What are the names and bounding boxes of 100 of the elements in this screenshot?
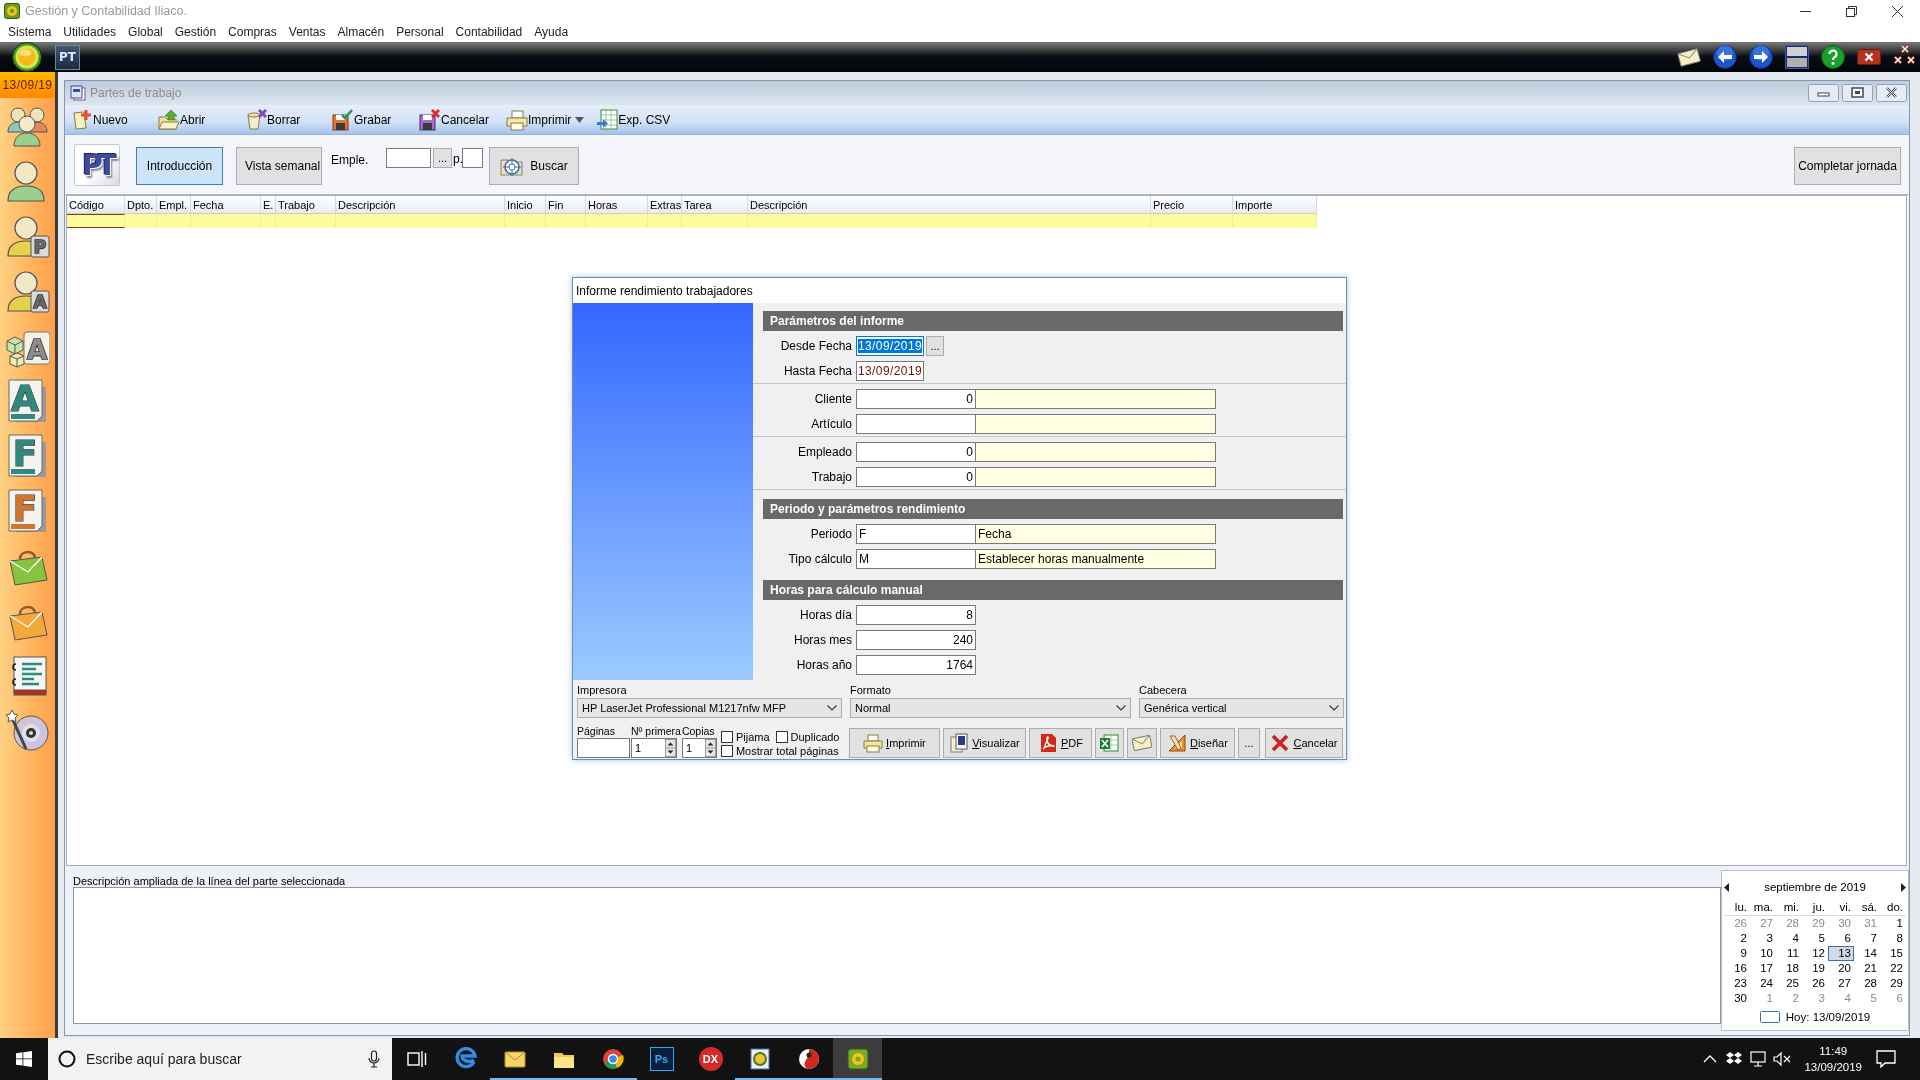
cancel-button[interactable]: Cancelar <box>1265 728 1343 758</box>
menu-item[interactable]: Contabilidad <box>449 24 529 40</box>
calendar-day[interactable]: 21 <box>1854 961 1880 976</box>
checkbox-label[interactable]: Duplicado <box>790 731 840 743</box>
code-field[interactable]: 0 <box>856 442 976 462</box>
caret-right-icon[interactable] <box>1901 882 1906 892</box>
calendar-day[interactable]: 11 <box>1776 946 1802 961</box>
calendar-day[interactable]: 27 <box>1828 976 1854 991</box>
complete-day-button[interactable]: Completar jornada <box>1794 147 1901 185</box>
search-button[interactable]: Buscar <box>489 147 579 185</box>
calendar-day[interactable]: 23 <box>1724 976 1750 991</box>
today-label[interactable]: Hoy: 13/09/2019 <box>1785 1010 1871 1023</box>
calendar-day[interactable]: 28 <box>1776 916 1802 931</box>
orb-icon[interactable] <box>12 42 42 72</box>
new-button[interactable]: Nuevo <box>71 106 128 133</box>
menu-item[interactable]: Global <box>122 24 169 40</box>
calendar-day[interactable]: 26 <box>1724 916 1750 931</box>
window-panes-icon[interactable] <box>1785 45 1809 69</box>
microphone-icon[interactable] <box>368 1050 380 1068</box>
code-field[interactable] <box>856 414 976 434</box>
calendar-day[interactable]: 1 <box>1880 916 1906 931</box>
print-button[interactable]: Imprimir <box>848 728 940 758</box>
code-field[interactable]: M <box>856 549 976 569</box>
open-button[interactable]: Abrir <box>158 106 206 133</box>
people-group-icon[interactable] <box>5 104 50 148</box>
menu-item[interactable]: Ventas <box>282 24 332 40</box>
menu-item[interactable]: Almacén <box>331 24 391 40</box>
calendar-day[interactable]: 5 <box>1854 991 1880 1006</box>
checkbox[interactable] <box>720 745 733 757</box>
code-field[interactable]: 0 <box>856 467 976 487</box>
focused-cell[interactable] <box>67 214 125 228</box>
checkbox-label[interactable]: Pijama <box>735 731 770 743</box>
calendar-day[interactable]: 2 <box>1776 991 1802 1006</box>
calendar-day[interactable]: 19 <box>1802 961 1828 976</box>
calendar-day[interactable]: 1 <box>1750 991 1776 1006</box>
menu-item[interactable]: Utilidades <box>57 24 123 40</box>
calendar-day[interactable]: 14 <box>1854 946 1880 961</box>
number-spinner[interactable]: 1 <box>681 738 717 758</box>
save-button[interactable]: Grabar <box>332 106 392 133</box>
code-field[interactable]: 0 <box>856 389 976 409</box>
clock-date[interactable]: 13/09/2019 <box>1804 1059 1862 1075</box>
code-field[interactable]: F <box>856 524 976 544</box>
delete-button[interactable]: Borrar <box>245 106 301 133</box>
menu-item[interactable]: Gestión <box>168 24 223 40</box>
calendar-day[interactable]: 7 <box>1854 931 1880 946</box>
calendar-day[interactable]: 6 <box>1880 991 1906 1006</box>
start-icon[interactable] <box>16 1051 32 1067</box>
calendar-day[interactable]: 12 <box>1802 946 1828 961</box>
calendar-day[interactable]: 5 <box>1802 931 1828 946</box>
calendar-day[interactable]: 2 <box>1724 931 1750 946</box>
calendar-day[interactable]: 20 <box>1828 961 1854 976</box>
search-field[interactable]: Escribe aquí para buscar <box>48 1038 392 1080</box>
email-button[interactable] <box>1126 728 1157 758</box>
caret-left-icon[interactable] <box>1724 882 1729 892</box>
calendar-day[interactable]: 27 <box>1750 916 1776 931</box>
print-button[interactable]: Imprimir <box>506 106 572 133</box>
calendar-day[interactable]: 3 <box>1802 991 1828 1006</box>
number-field[interactable]: 8 <box>856 605 976 625</box>
spin-arrows-icon[interactable] <box>665 739 676 757</box>
taskbar-button[interactable]: Ps <box>637 1038 686 1080</box>
spreadsheet-button[interactable] <box>1094 728 1124 758</box>
close-icon[interactable] <box>1876 84 1907 102</box>
calendar-day[interactable]: 26 <box>1802 976 1828 991</box>
pdf-button[interactable]: PDF <box>1028 728 1092 758</box>
dropdown[interactable]: HP LaserJet Professional M1217nfw MFP <box>577 698 842 718</box>
calendar-day[interactable]: 3 <box>1750 931 1776 946</box>
calendar-day[interactable]: 29 <box>1802 916 1828 931</box>
restore-icon[interactable] <box>1845 5 1857 17</box>
notification-icon[interactable] <box>1876 1050 1896 1068</box>
menu-item[interactable]: Ayuda <box>528 24 575 40</box>
export-csv-button[interactable]: Exp. CSV <box>596 106 671 133</box>
dropdown-arrow-icon[interactable] <box>575 116 585 123</box>
calendar-day[interactable]: 18 <box>1776 961 1802 976</box>
disc-wand-icon[interactable] <box>5 709 50 753</box>
menu-item[interactable]: Personal <box>390 24 450 40</box>
view-tab[interactable]: Introducción <box>136 147 223 185</box>
date-field[interactable]: 13/09/2019 <box>856 361 924 381</box>
envelope-icon[interactable] <box>1677 45 1701 69</box>
checkbox[interactable] <box>720 731 733 743</box>
design-button[interactable]: Diseñar <box>1159 728 1235 758</box>
calendar-day[interactable]: 4 <box>1776 931 1802 946</box>
calendar-day[interactable]: 16 <box>1724 961 1750 976</box>
calendar-day[interactable]: 8 <box>1880 931 1906 946</box>
help-icon[interactable] <box>1821 45 1845 69</box>
calendar-day[interactable]: 13 <box>1828 946 1854 961</box>
calendar-day[interactable]: 24 <box>1750 976 1776 991</box>
preview-button[interactable]: Visualizar <box>942 728 1026 758</box>
more-button[interactable]: ... <box>1237 728 1260 758</box>
browse-button[interactable]: ... <box>433 148 452 168</box>
date-field[interactable]: 13/09/2019 <box>856 336 924 356</box>
clock-time[interactable]: 11:49 <box>1819 1043 1848 1059</box>
calendar-day[interactable]: 9 <box>1724 946 1750 961</box>
view-tab[interactable]: Vista semanal <box>236 147 322 185</box>
menu-item[interactable]: Compras <box>222 24 283 40</box>
close-icon[interactable] <box>1891 5 1903 17</box>
calendar-day[interactable]: 28 <box>1854 976 1880 991</box>
employee-field[interactable] <box>386 148 431 168</box>
pages-field[interactable] <box>577 738 630 758</box>
calendar-day[interactable]: 17 <box>1750 961 1776 976</box>
calendar-day[interactable]: 6 <box>1828 931 1854 946</box>
